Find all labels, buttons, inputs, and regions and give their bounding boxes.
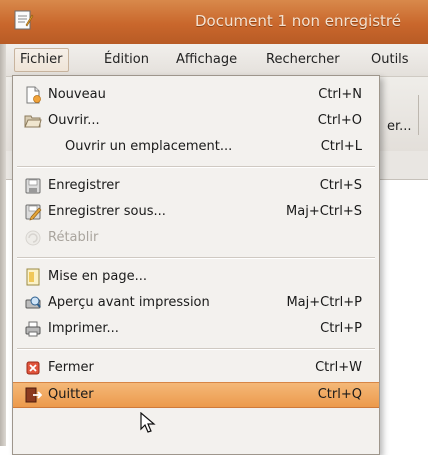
toolbar-button-label[interactable]: er... bbox=[387, 119, 412, 134]
save-icon bbox=[25, 178, 41, 194]
print-preview-icon bbox=[25, 296, 41, 309]
menu-item-fermer[interactable]: Fermer Ctrl+W bbox=[13, 355, 379, 381]
menu-item-enregistrer-sous[interactable]: Enregistrer sous... Maj+Ctrl+S bbox=[13, 199, 379, 225]
menu-item-shortcut: Ctrl+L bbox=[320, 139, 362, 154]
window-title: Document 1 non enregistré bbox=[195, 12, 402, 30]
menu-item-shortcut: Maj+Ctrl+P bbox=[286, 295, 362, 310]
menu-fichier[interactable]: Fichier bbox=[14, 48, 69, 72]
menu-item-ouvrir[interactable]: Ouvrir... Ctrl+O bbox=[13, 108, 379, 134]
menu-item-shortcut: Ctrl+S bbox=[319, 178, 362, 193]
menu-item-label: Imprimer... bbox=[48, 321, 119, 336]
window-left-border bbox=[0, 44, 6, 446]
menu-outils[interactable]: Outils bbox=[366, 49, 414, 71]
menu-bar: Fichier Édition Affichage Rechercher Out… bbox=[0, 44, 428, 77]
menu-item-label: Quitter bbox=[48, 387, 94, 402]
new-document-icon bbox=[26, 86, 41, 104]
menu-item-shortcut: Maj+Ctrl+S bbox=[286, 204, 362, 219]
menu-item-ouvrir-emplacement[interactable]: Ouvrir un emplacement... Ctrl+L bbox=[13, 134, 379, 160]
file-menu: Nouveau Ctrl+N Ouvrir... Ctrl+O Ouvrir u… bbox=[12, 75, 380, 455]
menu-item-quitter[interactable]: Quitter Ctrl+Q bbox=[13, 382, 379, 408]
menu-separator bbox=[17, 257, 375, 259]
menu-item-label: Aperçu avant impression bbox=[48, 295, 210, 310]
menu-separator bbox=[17, 166, 375, 168]
menu-item-mise-en-page[interactable]: Mise en page... bbox=[13, 264, 379, 290]
menu-item-imprimer[interactable]: Imprimer... Ctrl+P bbox=[13, 316, 379, 342]
menu-item-label: Ouvrir... bbox=[48, 113, 100, 128]
menu-item-label: Enregistrer sous... bbox=[48, 204, 166, 219]
printer-icon bbox=[25, 321, 41, 337]
menu-edition[interactable]: Édition bbox=[99, 49, 154, 71]
menu-item-label: Enregistrer bbox=[48, 178, 120, 193]
save-as-icon bbox=[25, 204, 42, 221]
text-editor-icon[interactable] bbox=[12, 9, 34, 31]
menu-item-label: Ouvrir un emplacement... bbox=[65, 139, 233, 154]
menu-item-retablir: Rétablir bbox=[13, 225, 379, 251]
menu-item-shortcut: Ctrl+P bbox=[320, 321, 362, 336]
toolbar-separator bbox=[418, 95, 419, 135]
menu-rechercher[interactable]: Rechercher bbox=[261, 49, 345, 71]
menu-item-label: Nouveau bbox=[48, 87, 106, 102]
revert-icon bbox=[25, 230, 41, 246]
menu-separator bbox=[17, 348, 375, 350]
mouse-pointer-icon bbox=[140, 412, 156, 433]
menu-item-label: Fermer bbox=[48, 360, 94, 375]
menu-item-shortcut: Ctrl+O bbox=[317, 113, 362, 128]
close-icon bbox=[26, 361, 40, 375]
title-bar: Document 1 non enregistré bbox=[0, 0, 428, 44]
menu-item-enregistrer[interactable]: Enregistrer Ctrl+S bbox=[13, 173, 379, 199]
menu-item-shortcut: Ctrl+W bbox=[315, 360, 362, 375]
menu-item-apercu[interactable]: Aperçu avant impression Maj+Ctrl+P bbox=[13, 290, 379, 316]
menu-item-shortcut: Ctrl+Q bbox=[317, 387, 362, 402]
menu-item-nouveau[interactable]: Nouveau Ctrl+N bbox=[13, 82, 379, 108]
page-setup-icon bbox=[26, 268, 40, 286]
quit-icon bbox=[25, 387, 42, 403]
menu-item-label: Rétablir bbox=[48, 230, 99, 245]
open-folder-icon bbox=[24, 115, 42, 128]
menu-item-shortcut: Ctrl+N bbox=[318, 87, 362, 102]
menu-affichage[interactable]: Affichage bbox=[171, 49, 242, 71]
menu-item-label: Mise en page... bbox=[48, 269, 147, 284]
